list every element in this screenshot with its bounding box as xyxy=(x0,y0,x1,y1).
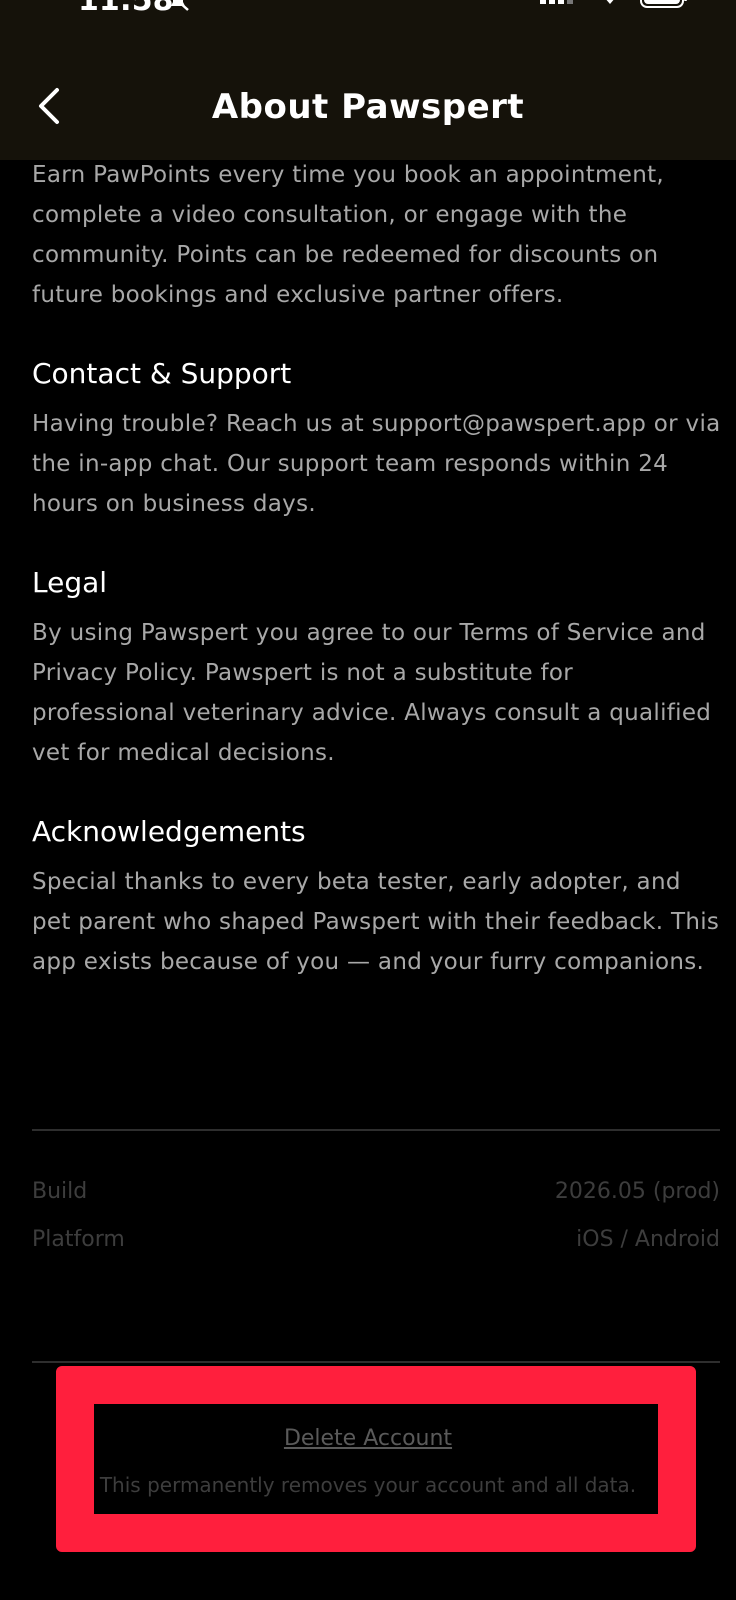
platform-label: Platform xyxy=(32,1227,125,1252)
contact-text: Having trouble? Reach us at support@paws… xyxy=(32,411,721,517)
status-bar: 11:58 xyxy=(0,0,736,16)
platform-row: Platform iOS / Android xyxy=(32,1220,720,1260)
divider xyxy=(32,1361,720,1363)
delete-account-link[interactable]: Delete Account xyxy=(0,1421,736,1457)
battery-icon xyxy=(640,0,687,8)
acknowledgements-heading: Acknowledgements xyxy=(32,815,306,848)
signal-icon xyxy=(540,0,573,4)
platform-value: iOS / Android xyxy=(576,1227,720,1252)
page-title: About Pawspert xyxy=(211,87,525,127)
acknowledgements-text: Special thanks to every beta tester, ear… xyxy=(32,869,720,975)
build-row: Build 2026.05 (prod) xyxy=(32,1172,720,1212)
highlight-annotation-box xyxy=(56,1366,696,1552)
build-value: 2026.05 (prod) xyxy=(554,1179,720,1204)
top-bar: 11:58 About Pawspert xyxy=(0,0,736,160)
pawpoints-text: Earn PawPoints every time you book an ap… xyxy=(32,162,665,308)
status-time: 11:58 xyxy=(78,0,174,18)
build-label: Build xyxy=(32,1179,88,1204)
legal-text: By using Pawspert you agree to our Terms… xyxy=(32,620,712,766)
legal-heading: Legal xyxy=(32,566,108,599)
delete-account-note: This permanently removes your account an… xyxy=(99,1473,637,1497)
wifi-icon xyxy=(606,0,614,4)
bell-muted-icon xyxy=(171,0,189,11)
contact-heading: Contact & Support xyxy=(32,357,292,390)
divider xyxy=(32,1129,720,1131)
